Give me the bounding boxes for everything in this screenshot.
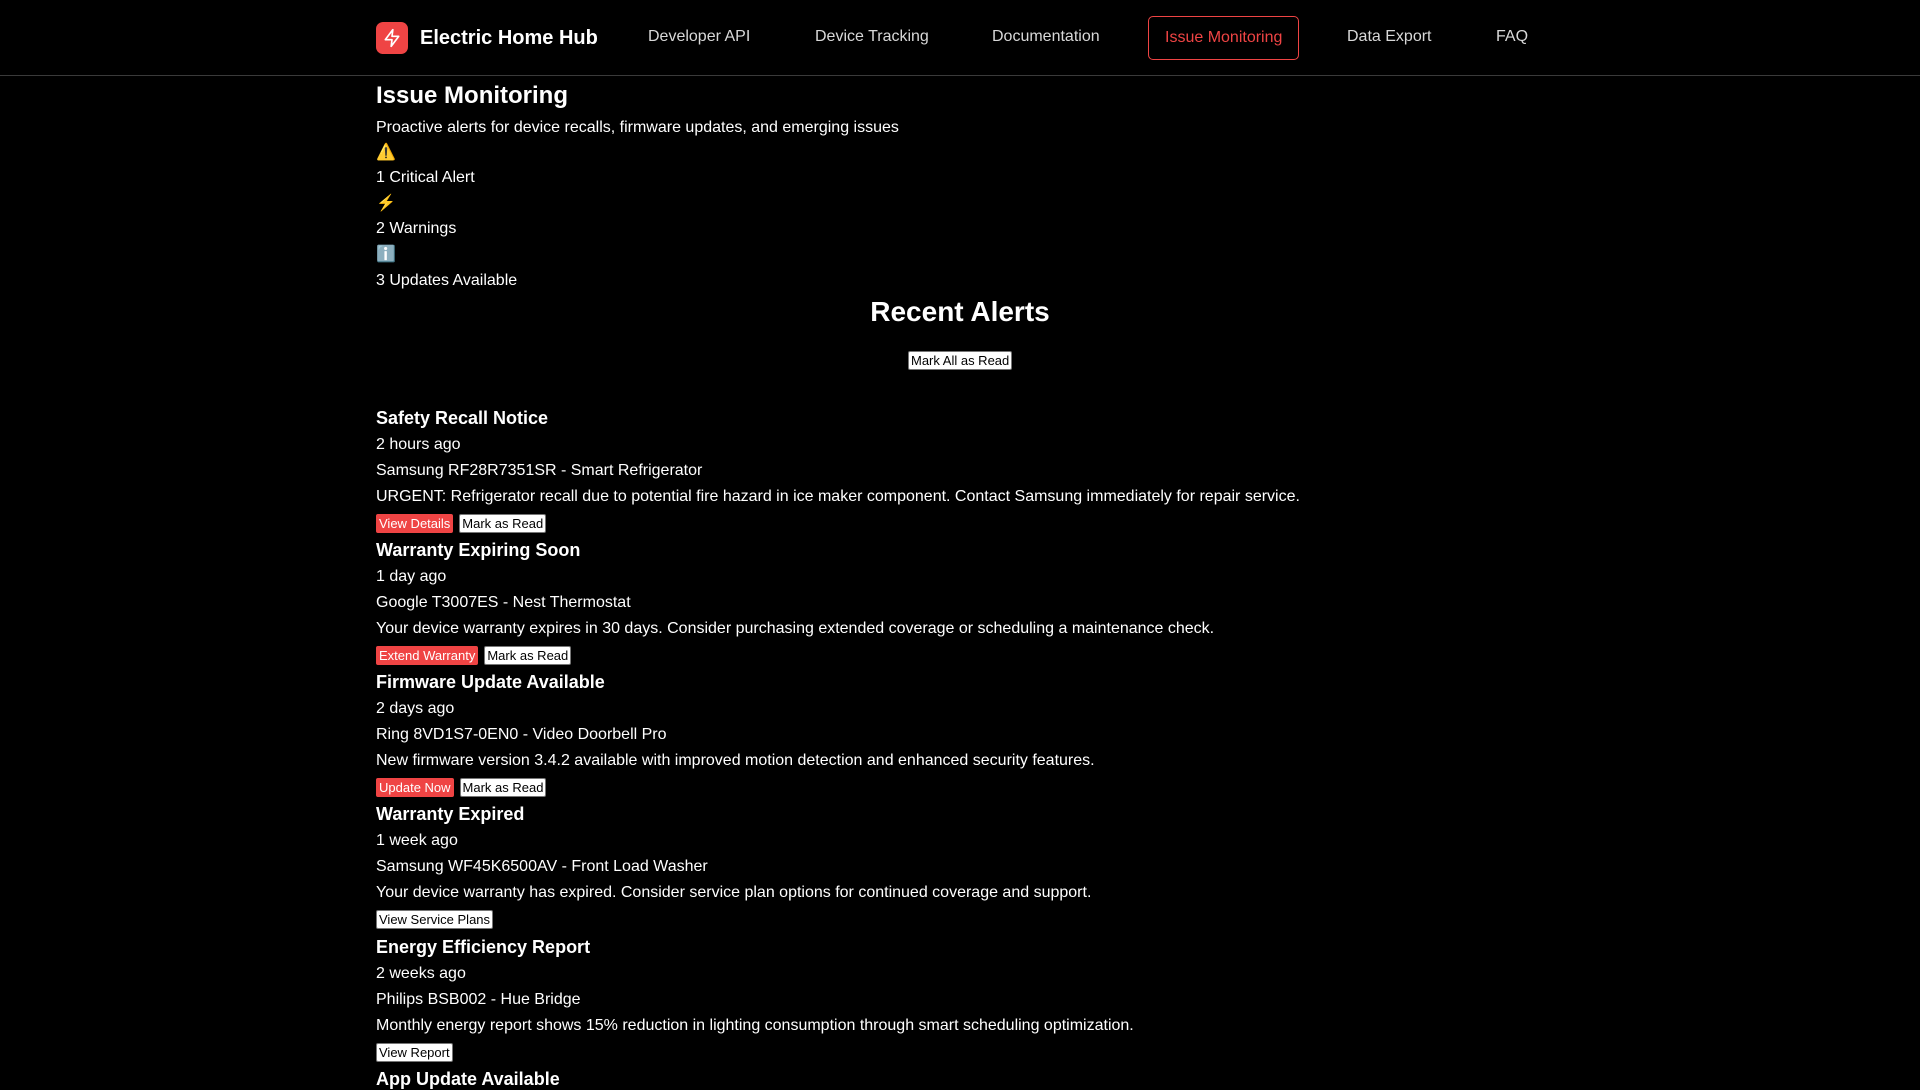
alert-title: Warranty Expiring Soon <box>376 540 581 560</box>
view-service-plans-button[interactable]: View Service Plans <box>376 910 494 929</box>
nav-item-issue-monitoring[interactable]: Issue Monitoring <box>1148 16 1300 60</box>
alert-device: Samsung RF28R7351SR - Smart Refrigerator <box>376 462 703 479</box>
page-subtitle: Proactive alerts for device recalls, fir… <box>376 119 899 136</box>
alert-actions: View Details Mark as Read <box>376 514 547 533</box>
view-report-button[interactable]: View Report <box>376 1043 453 1062</box>
alert-device: Philips BSB002 - Hue Bridge <box>376 991 581 1008</box>
brand[interactable]: Electric Home Hub <box>376 22 598 54</box>
alert-title: Firmware Update Available <box>376 672 605 692</box>
alert-message: Your device warranty has expired. Consid… <box>376 884 1092 901</box>
mark-as-read-button[interactable]: Mark as Read <box>484 646 572 665</box>
alert-time: 1 week ago <box>376 832 458 849</box>
alert-time: 2 days ago <box>376 700 455 717</box>
mark-as-read-button[interactable]: Mark as Read <box>459 514 547 533</box>
alert-actions: Update Now Mark as Read <box>376 778 547 797</box>
nav-item-documentation[interactable]: Documentation <box>992 16 1100 60</box>
alert-time: 1 day ago <box>376 568 447 585</box>
alert-time: 2 weeks ago <box>376 965 466 982</box>
alert-message: New firmware version 3.4.2 available wit… <box>376 752 1095 769</box>
brand-name: Electric Home Hub <box>420 26 598 49</box>
alert-title: Energy Efficiency Report <box>376 937 591 957</box>
nav-item-data-export[interactable]: Data Export <box>1347 16 1431 60</box>
alert-device: Google T3007ES - Nest Thermostat <box>376 594 631 611</box>
update-now-button[interactable]: Update Now <box>376 778 454 797</box>
nav-item-device-tracking[interactable]: Device Tracking <box>815 16 929 60</box>
view-details-button[interactable]: View Details <box>376 514 454 533</box>
alert-actions: Extend Warranty Mark as Read <box>376 646 572 665</box>
alert-title: Safety Recall Notice <box>376 408 549 428</box>
info-icon: ℹ️ <box>376 246 396 263</box>
nav-item-faq[interactable]: FAQ <box>1496 16 1528 60</box>
alert-message: Your device warranty expires in 30 days.… <box>376 620 1215 637</box>
top-navigation-bar: Electric Home Hub Developer API Device T… <box>0 0 1920 76</box>
warning-icon: ⚠️ <box>376 144 396 161</box>
alert-device: Ring 8VD1S7-0EN0 - Video Doorbell Pro <box>376 726 667 743</box>
extend-warranty-button[interactable]: Extend Warranty <box>376 646 479 665</box>
alert-message: URGENT: Refrigerator recall due to poten… <box>376 488 1300 505</box>
nav-item-developer-api[interactable]: Developer API <box>648 16 750 60</box>
alert-actions: View Service Plans <box>376 910 494 929</box>
alert-title: Warranty Expired <box>376 804 525 824</box>
page-title: Issue Monitoring <box>376 82 568 109</box>
lightning-bolt-icon <box>376 22 408 54</box>
alert-actions: View Report <box>376 1043 453 1062</box>
alert-message: Monthly energy report shows 15% reductio… <box>376 1017 1134 1034</box>
critical-alert-count: 1 Critical Alert <box>376 169 475 186</box>
alert-device: Samsung WF45K6500AV - Front Load Washer <box>376 858 708 875</box>
mark-all-read-button[interactable]: Mark All as Read <box>908 351 1013 370</box>
warnings-count: 2 Warnings <box>376 220 457 237</box>
mark-as-read-button[interactable]: Mark as Read <box>459 778 547 797</box>
updates-count: 3 Updates Available <box>376 272 518 289</box>
recent-alerts-heading: Recent Alerts <box>870 296 1050 327</box>
alert-time: 2 hours ago <box>376 436 461 453</box>
lightning-icon: ⚡ <box>376 195 396 212</box>
